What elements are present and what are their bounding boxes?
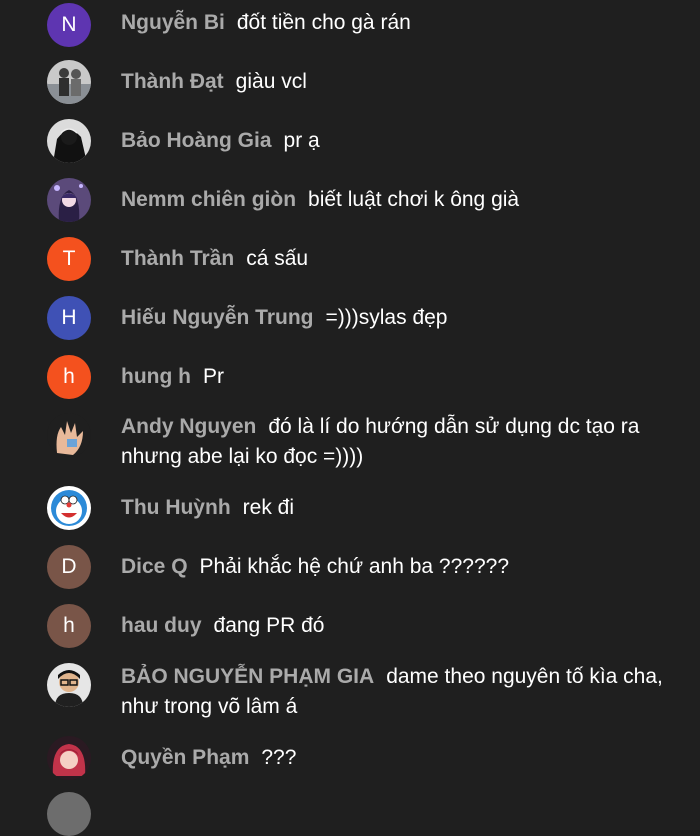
author-name[interactable]: Nemm chiên giòn xyxy=(121,188,296,211)
message-content: Nemm chiên giòn biết luật chơi k ông già xyxy=(121,185,676,215)
letter-avatar[interactable]: h xyxy=(47,604,91,648)
photo-avatar-dark[interactable] xyxy=(47,119,91,163)
letter-avatar[interactable]: h xyxy=(47,355,91,399)
message-text: rek đi xyxy=(242,496,295,519)
message-content: Hiếu Nguyễn Trung =)))sylas đẹp xyxy=(121,303,676,333)
message-content: Thành Đạt giàu vcl xyxy=(121,67,676,97)
message-text: ??? xyxy=(261,746,297,769)
author-name[interactable]: Andy Nguyen xyxy=(121,415,256,438)
message-content: Andy Nguyen đó là lí do hướng dẫn sử dụng… xyxy=(121,412,676,472)
author-name[interactable]: Bảo Hoàng Gia xyxy=(121,129,272,152)
message-content: Bảo Hoàng Gia pr ạ xyxy=(121,126,676,156)
photo-avatar-glasses[interactable] xyxy=(47,663,91,707)
message-text: đang PR đó xyxy=(213,614,325,637)
avatar[interactable] xyxy=(47,792,91,836)
letter-avatar[interactable]: N xyxy=(47,3,91,47)
author-name[interactable]: Thành Đạt xyxy=(121,70,224,93)
letter-avatar[interactable]: T xyxy=(47,237,91,281)
photo-avatar-people[interactable] xyxy=(47,60,91,104)
message-content: Quyền Phạm??? xyxy=(121,743,676,773)
photo-avatar-hand[interactable] xyxy=(47,413,91,457)
message-content: hau duy đang PR đó xyxy=(121,611,676,641)
author-name[interactable]: Nguyễn Bi xyxy=(121,11,225,34)
author-name[interactable]: hung h xyxy=(121,365,191,388)
message-text: giàu vcl xyxy=(235,70,307,93)
author-name[interactable]: Quyền Phạm xyxy=(121,746,249,769)
avatar-letter: h xyxy=(63,614,75,637)
author-name[interactable]: Thành Trần xyxy=(121,247,234,270)
letter-avatar[interactable]: D xyxy=(47,545,91,589)
message-text: pr ạ xyxy=(283,129,320,152)
message-content: hung h Pr xyxy=(121,362,676,392)
avatar-letter: h xyxy=(63,365,75,388)
photo-avatar-red-hair[interactable] xyxy=(47,736,91,780)
photo-avatar-doraemon[interactable] xyxy=(47,486,91,530)
photo-avatar-anime[interactable] xyxy=(47,178,91,222)
author-name[interactable]: Hiếu Nguyễn Trung xyxy=(121,306,314,329)
avatar-letter: D xyxy=(61,555,77,578)
message-content: Nguyễn Bi đốt tiền cho gà rán xyxy=(121,8,676,38)
avatar-letter: T xyxy=(62,247,76,270)
message-text: biết luật chơi k ông già xyxy=(308,188,520,211)
author-name[interactable]: hau duy xyxy=(121,614,202,637)
author-name[interactable]: Thu Huỳnh xyxy=(121,496,231,519)
avatar-letter: H xyxy=(61,306,77,329)
message-content: BẢO NGUYỄN PHẠM GIA dame theo nguyên tố k… xyxy=(121,662,676,722)
message-text: cá sấu xyxy=(246,247,309,270)
author-name[interactable]: BẢO NGUYỄN PHẠM GIA xyxy=(121,665,374,688)
message-content: Thu Huỳnh rek đi xyxy=(121,493,676,523)
message-content: Dice Q Phải khắc hệ chứ anh ba ?????? xyxy=(121,552,676,582)
avatar-letter: N xyxy=(61,13,77,36)
message-content: Thành Trần cá sấu xyxy=(121,244,676,274)
message-text: Phải khắc hệ chứ anh ba ?????? xyxy=(199,555,509,578)
message-text: Pr xyxy=(202,365,224,388)
message-text: =)))sylas đẹp xyxy=(325,306,448,329)
letter-avatar[interactable]: H xyxy=(47,296,91,340)
author-name[interactable]: Dice Q xyxy=(121,555,188,578)
message-text: đốt tiền cho gà rán xyxy=(236,11,411,34)
